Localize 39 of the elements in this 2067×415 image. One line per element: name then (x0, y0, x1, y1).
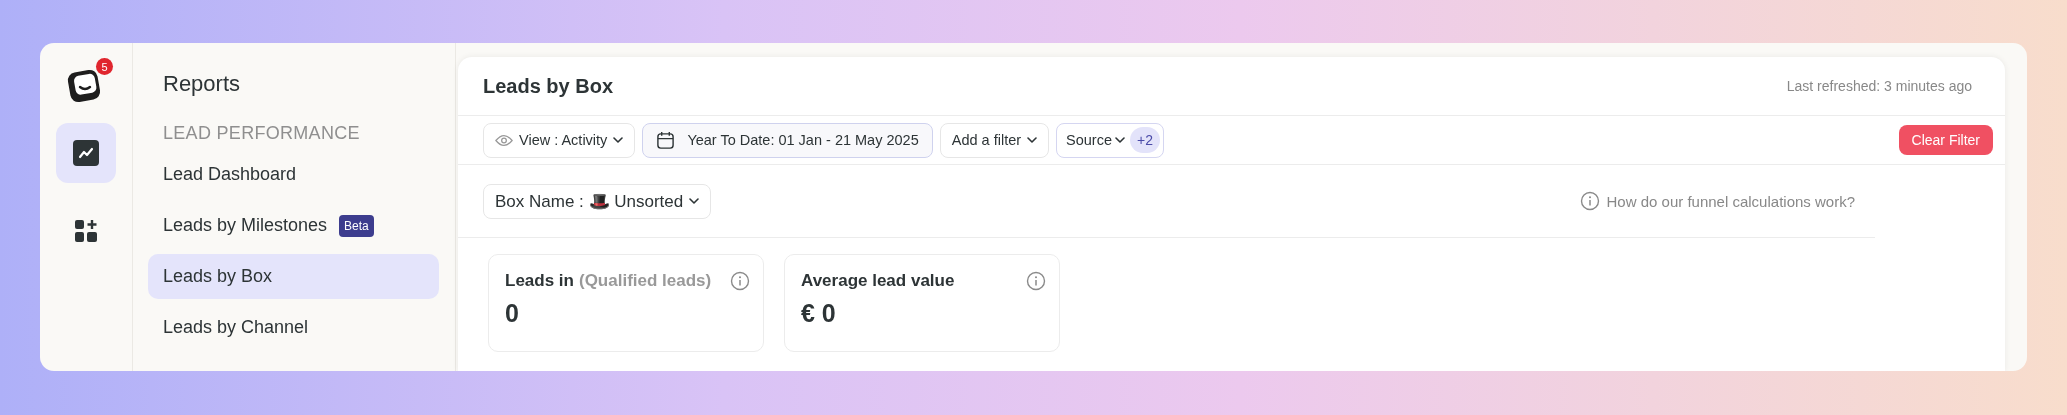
chevron-down-icon (1115, 137, 1125, 143)
add-filter-dropdown[interactable]: Add a filter (939, 122, 1050, 158)
last-refreshed-text: Last refreshed: 3 minutes ago (1786, 78, 1972, 94)
chevron-down-icon (689, 198, 700, 204)
item-label: Lead Dashboard (163, 164, 297, 185)
date-range-button[interactable]: Year To Date: 01 Jan - 21 May 2025 (642, 122, 933, 158)
notification-badge: 5 (96, 58, 113, 75)
eye-icon (495, 133, 513, 147)
info-icon[interactable] (1579, 191, 1600, 211)
sidebar-item[interactable]: Leads by Milestones Beta (148, 203, 439, 248)
chevron-down-icon (613, 137, 624, 143)
source-label: Source (1066, 132, 1112, 148)
add-widget-icon (74, 219, 98, 243)
card-title: Average lead value (801, 271, 955, 291)
count-badge: +2 (1130, 127, 1160, 153)
item-label: Leads by Milestones (163, 215, 328, 236)
source-filter[interactable]: Source +2 (1056, 122, 1164, 158)
sidebar-title: Reports (162, 71, 242, 97)
card-subtitle: (Qualified leads) (578, 271, 712, 291)
box-name-dropdown[interactable]: Box Name : 🎩 Unsorted (483, 183, 712, 219)
calendar-icon (656, 130, 676, 150)
metric-value: € 0 (801, 299, 837, 328)
beta-badge: Beta (339, 214, 374, 237)
item-label: Leads by Channel (163, 317, 309, 338)
info-icon[interactable] (1026, 271, 1046, 291)
page-title: Leads by Box (483, 74, 614, 98)
metric-value: 0 (505, 299, 520, 328)
help-link[interactable]: How do our funnel calculations work? (1606, 192, 1855, 210)
sidebar-item[interactable]: Lead Dashboard (148, 152, 439, 197)
view-dropdown[interactable]: View : Activity (483, 122, 636, 158)
sidebar-item[interactable]: Leads by Channel (148, 305, 439, 350)
reports-button[interactable] (56, 123, 116, 183)
item-label: Leads by Box (163, 266, 273, 287)
card-title: Leads in (505, 271, 574, 291)
chevron-down-icon (1027, 137, 1038, 143)
section-heading: LEAD PERFORMANCE (162, 123, 361, 144)
info-icon[interactable] (730, 271, 750, 291)
sidebar-item[interactable]: Leads by Box (148, 254, 439, 299)
chart-icon (73, 140, 99, 166)
